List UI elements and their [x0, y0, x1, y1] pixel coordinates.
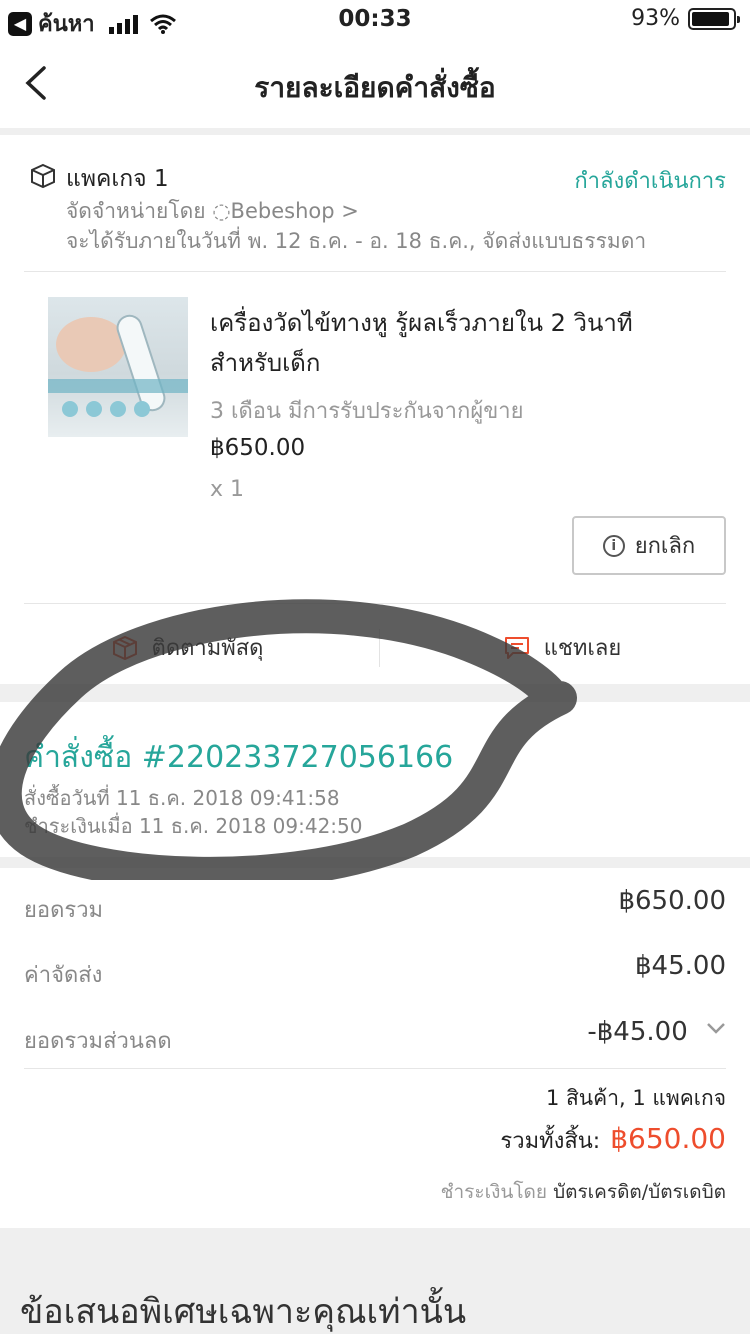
product-image[interactable] [48, 297, 188, 437]
battery-icon [688, 7, 740, 30]
subtotal-value: ฿650.00 [618, 886, 726, 916]
package-box-icon [31, 163, 55, 189]
divider [24, 1068, 726, 1069]
package-status: กำลังดำเนินการ [574, 169, 726, 194]
navigation-bar: รายละเอียดคำสั่งซื้อ [0, 42, 750, 128]
shipping-label: ค่าจัดส่ง [24, 963, 103, 988]
order-number: คำสั่งซื้อ #220233727056166 [24, 740, 454, 775]
product-price: ฿650.00 [210, 435, 306, 461]
discount-row[interactable]: ยอดรวมส่วนลด -฿45.00 [24, 1017, 726, 1057]
status-bar: ◀ ค้นหา 00:33 93% [0, 0, 750, 42]
package-label: แพคเกจ 1 [66, 166, 169, 192]
divider [24, 271, 726, 272]
page-title: รายละเอียดคำสั่งซื้อ [254, 71, 496, 104]
package-card: แพคเกจ 1 กำลังดำเนินการ จัดจำหน่ายโดย ◌B… [0, 135, 750, 684]
track-package-button[interactable]: ติดตามพัสดุ [0, 611, 375, 684]
section-divider [0, 128, 750, 135]
cancel-label: ยกเลิก [634, 534, 696, 559]
section-divider [0, 684, 750, 702]
payment-date: ชำระเงินเมื่อ 11 ธ.ค. 2018 09:42:50 [24, 814, 363, 838]
shipping-value: ฿45.00 [635, 951, 726, 981]
product-quantity: x 1 [210, 477, 245, 502]
seller-link[interactable]: จัดจำหน่ายโดย ◌Bebeshop > [66, 195, 359, 228]
special-offers-section: ข้อเสนอพิเศษเฉพาะคุณเท่านั้น [0, 1228, 750, 1334]
total-value: ฿650.00 [610, 1122, 726, 1155]
tracking-box-icon [112, 635, 137, 660]
chat-bubble-icon [504, 636, 529, 659]
product-variant: 3 เดือน มีการรับประกันจากผู้ขาย [210, 399, 524, 424]
chevron-down-icon [707, 1023, 725, 1034]
offers-title: ข้อเสนอพิเศษเฉพาะคุณเท่านั้น [20, 1292, 467, 1332]
delivery-estimate: จะได้รับภายในวันที่ พ. 12 ธ.ค. - อ. 18 ธ… [66, 229, 647, 253]
order-info: คำสั่งซื้อ #220233727056166 สั่งซื้อวันท… [0, 702, 750, 857]
total-label: รวมทั้งสิ้น: [500, 1129, 601, 1154]
product-name[interactable]: เครื่องวัดไข้ทางหู รู้ผลเร็วภายใน 2 วินา… [210, 303, 710, 383]
battery-percent: 93% [631, 6, 680, 31]
track-label: ติดตามพัสดุ [151, 636, 264, 661]
payment-prefix: ชำระเงินโดย [440, 1181, 548, 1203]
chat-button[interactable]: แชทเลย [375, 611, 750, 684]
info-icon: i [602, 534, 625, 557]
cancel-button[interactable]: i ยกเลิก [572, 516, 726, 575]
payment-method: บัตรเครดิต/บัตรเดบิต [553, 1181, 726, 1203]
payment-summary: ยอดรวม ฿650.00 ค่าจัดส่ง ฿45.00 ยอดรวมส่… [0, 868, 750, 1228]
chat-label: แชทเลย [543, 636, 622, 661]
subtotal-label: ยอดรวม [24, 898, 104, 923]
discount-label: ยอดรวมส่วนลด [24, 1029, 172, 1054]
divider [24, 603, 726, 604]
discount-value: -฿45.00 [587, 1017, 688, 1047]
section-divider [0, 857, 750, 868]
item-count: 1 สินค้า, 1 แพคเกจ [545, 1086, 726, 1110]
